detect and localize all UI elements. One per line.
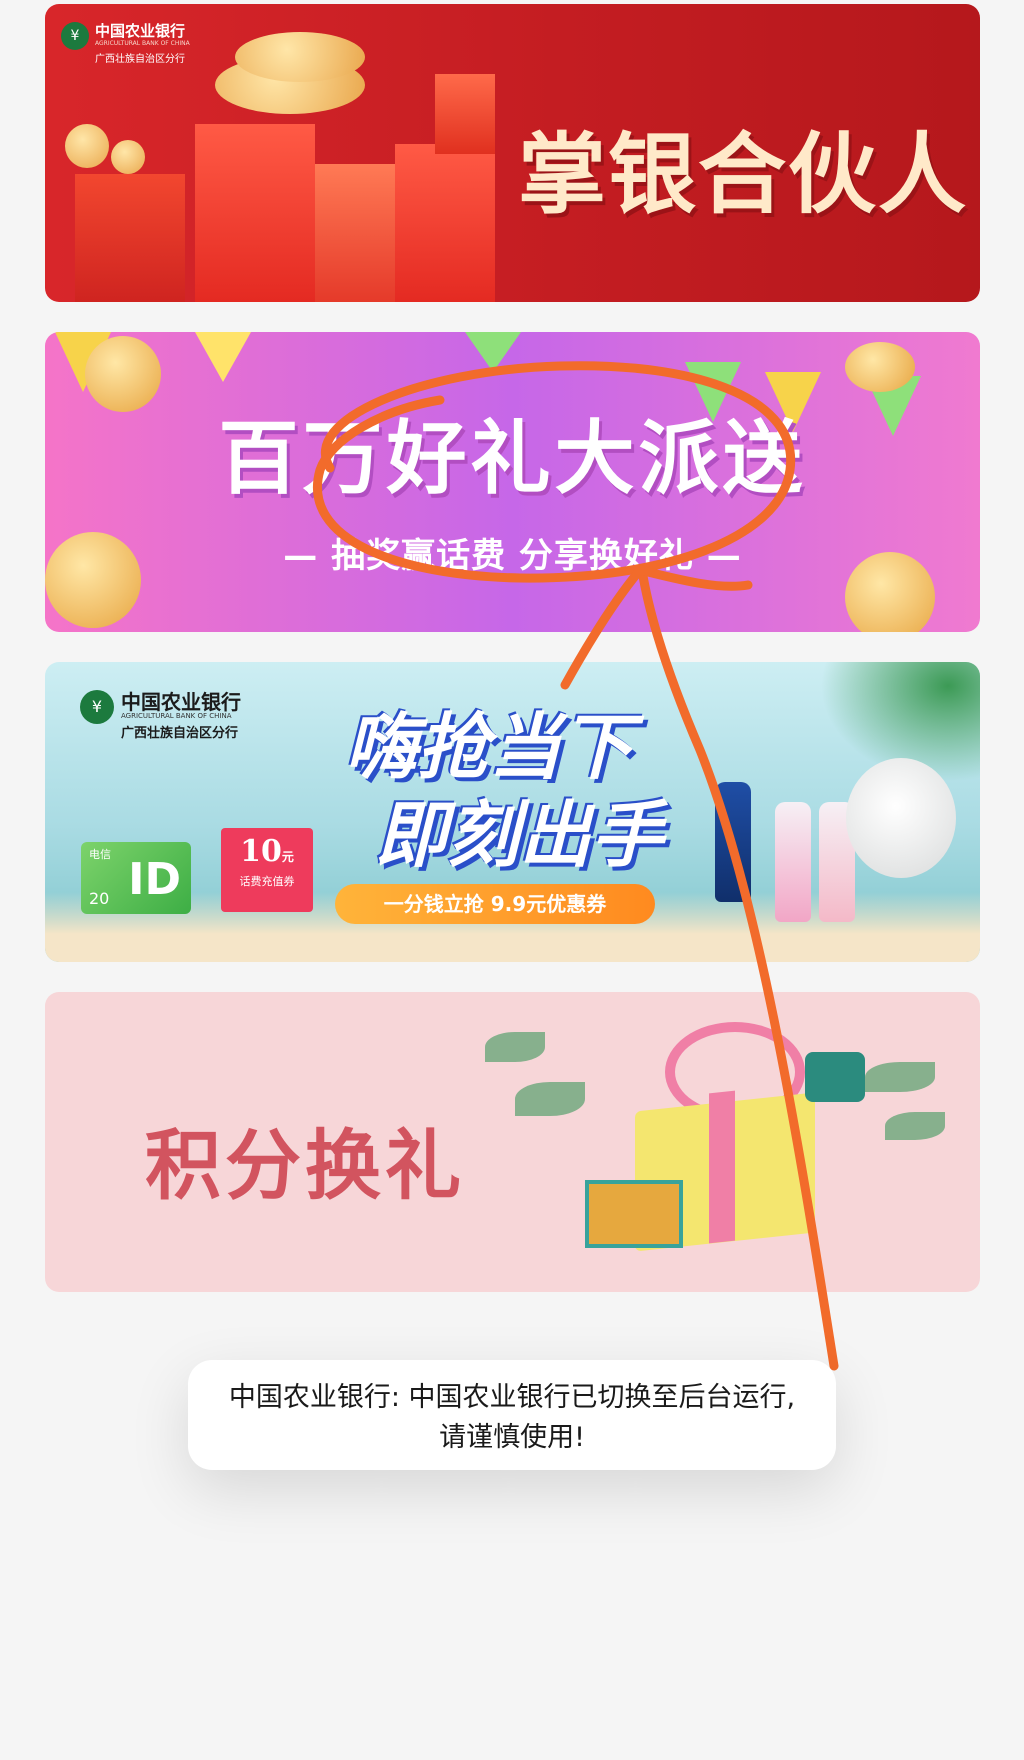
decor-building <box>435 74 495 154</box>
leaf-decor <box>865 1062 935 1092</box>
decor-building <box>75 174 185 302</box>
recharge-coupon: 10元 话费充值券 <box>221 828 313 912</box>
bank-branch: 广西壮族自治区分行 <box>121 726 239 741</box>
banner-flash-sale[interactable]: ¥ 中国农业银行 AGRICULTURAL BANK OF CHINA 广西壮族… <box>45 662 980 962</box>
coin-icon <box>845 342 915 392</box>
decor-building <box>315 164 395 302</box>
bank-name-en: AGRICULTURAL BANK OF CHINA <box>121 712 232 720</box>
coupon-amount: 10元 <box>221 834 313 869</box>
banner-title: 百万好礼大派送 <box>218 412 807 505</box>
card-brand: 电信 <box>89 848 111 861</box>
laptop-icon <box>585 1180 683 1248</box>
banner-title: 掌银合伙人 <box>517 123 968 226</box>
phone-card: 电信 ID 20 <box>81 842 191 914</box>
banner-gift-giveaway[interactable]: 百万好礼大派送 — 抽奖赢话费 分享换好礼 — <box>45 332 980 632</box>
camera-icon <box>805 1052 865 1102</box>
coin-icon <box>65 124 109 168</box>
toast-notification: 中国农业银行: 中国农业银行已切换至后台运行,请谨慎使用! <box>188 1360 836 1470</box>
bunting-flag-icon <box>465 332 521 372</box>
abc-logo-icon: ¥ <box>61 22 89 50</box>
coupon-label: 话费充值券 <box>239 875 295 888</box>
banner-title: 积分换礼 <box>145 1121 465 1210</box>
gift-ribbon <box>709 1090 735 1244</box>
leaf-decor <box>515 1082 585 1116</box>
abc-logo-icon: ¥ <box>80 690 114 724</box>
promo-pill: 一分钱立抢 9.9元优惠券 <box>335 884 655 924</box>
drink-bottle-icon <box>775 802 811 922</box>
coin-stack-icon <box>235 32 365 82</box>
toast-message: 中国农业银行: 中国农业银行已切换至后台运行,请谨慎使用! <box>228 1382 796 1453</box>
banner-title-line2: 即刻出手 <box>375 793 664 877</box>
coin-icon <box>111 140 145 174</box>
leaf-decor <box>885 1112 945 1140</box>
card-value: 20 <box>89 889 110 908</box>
product-pack-icon <box>715 782 751 902</box>
bank-name: 中国农业银行 <box>121 690 241 714</box>
bank-branch: 广西壮族自治区分行 <box>95 54 185 65</box>
bank-name-en: AGRICULTURAL BANK OF CHINA <box>95 40 190 47</box>
bank-name: 中国农业银行 <box>95 22 186 40</box>
coupon-unit: 元 <box>281 850 294 864</box>
banner-points-exchange[interactable]: 积分换礼 <box>45 992 980 1292</box>
leaf-decor <box>485 1032 545 1062</box>
coupon-number: 10 <box>240 834 282 869</box>
banner-subtitle: — 抽奖赢话费 分享换好礼 — <box>283 536 742 576</box>
decor-building <box>395 144 495 302</box>
mascot-icon <box>846 758 956 878</box>
bunting-flag-icon <box>195 332 251 382</box>
banner-partner[interactable]: ¥ 中国农业银行 AGRICULTURAL BANK OF CHINA 广西壮族… <box>45 4 980 302</box>
decor-building <box>195 124 315 302</box>
card-id-mark: ID <box>128 854 181 905</box>
